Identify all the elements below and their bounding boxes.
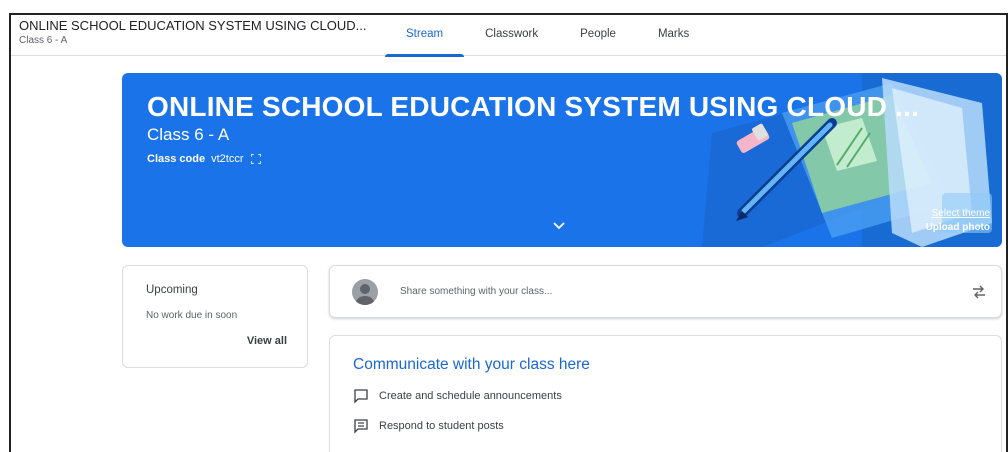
top-bar: ONLINE SCHOOL EDUCATION SYSTEM USING CLO… (11, 15, 1006, 57)
upcoming-title: Upcoming (146, 284, 198, 296)
tab-stream[interactable]: Stream (385, 15, 465, 57)
student-post-label: Respond to student posts (379, 420, 504, 432)
class-code-value: vt2tccr (211, 153, 244, 165)
avatar (352, 279, 378, 305)
share-input[interactable]: Share something with your class... (400, 286, 552, 297)
communicate-title: Communicate with your class here (353, 356, 590, 373)
banner-title: ONLINE SCHOOL EDUCATION SYSTEM USING CLO… (147, 91, 919, 122)
chevron-down-icon[interactable] (552, 221, 566, 231)
tab-people[interactable]: People (559, 15, 637, 56)
upload-photo-link[interactable]: Upload photo (926, 221, 990, 235)
student-post-icon (354, 419, 368, 434)
announcement-icon (354, 389, 368, 404)
communicate-card: Communicate with your class here Create … (329, 335, 1002, 452)
announcement-label: Create and schedule announcements (379, 390, 562, 402)
classroom-window: ONLINE SCHOOL EDUCATION SYSTEM USING CLO… (9, 13, 1008, 452)
class-banner: ONLINE SCHOOL EDUCATION SYSTEM USING CLO… (122, 73, 1002, 247)
banner-section: Class 6 - A (147, 125, 230, 144)
theme-links: Select theme Upload photo (926, 207, 990, 235)
course-section: Class 6 - A (19, 35, 68, 46)
tab-bar: Stream Classwork People Marks (385, 15, 710, 57)
select-theme-link[interactable]: Select theme (926, 207, 990, 221)
repost-icon[interactable] (971, 284, 987, 300)
course-title[interactable]: ONLINE SCHOOL EDUCATION SYSTEM USING CLO… (19, 18, 366, 33)
upcoming-card: Upcoming No work due in soon View all (122, 265, 308, 368)
share-box[interactable]: Share something with your class... (329, 265, 1002, 318)
tab-classwork[interactable]: Classwork (464, 15, 559, 56)
class-code-label: Class code (147, 153, 206, 165)
tab-marks[interactable]: Marks (637, 15, 710, 56)
upcoming-message: No work due in soon (146, 310, 238, 321)
fullscreen-icon[interactable] (249, 153, 262, 165)
list-item: Create and schedule announcements (353, 388, 562, 404)
class-code: Class code vt2tccr (147, 153, 262, 165)
view-all-link[interactable]: View all (247, 335, 287, 347)
list-item: Respond to student posts (353, 418, 504, 434)
